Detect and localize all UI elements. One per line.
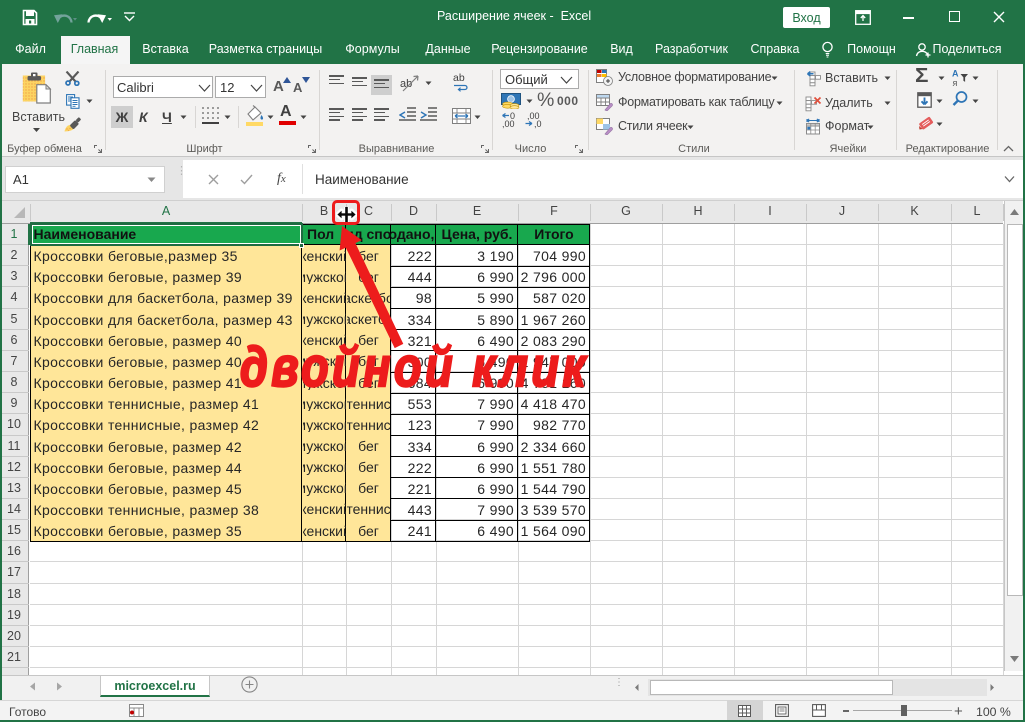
svg-text:А: А	[952, 69, 959, 79]
svg-text:я: я	[953, 78, 958, 87]
svg-text:ab: ab	[453, 72, 465, 84]
svg-text:0: 0	[510, 112, 515, 121]
svg-text:,0: ,0	[534, 119, 542, 129]
